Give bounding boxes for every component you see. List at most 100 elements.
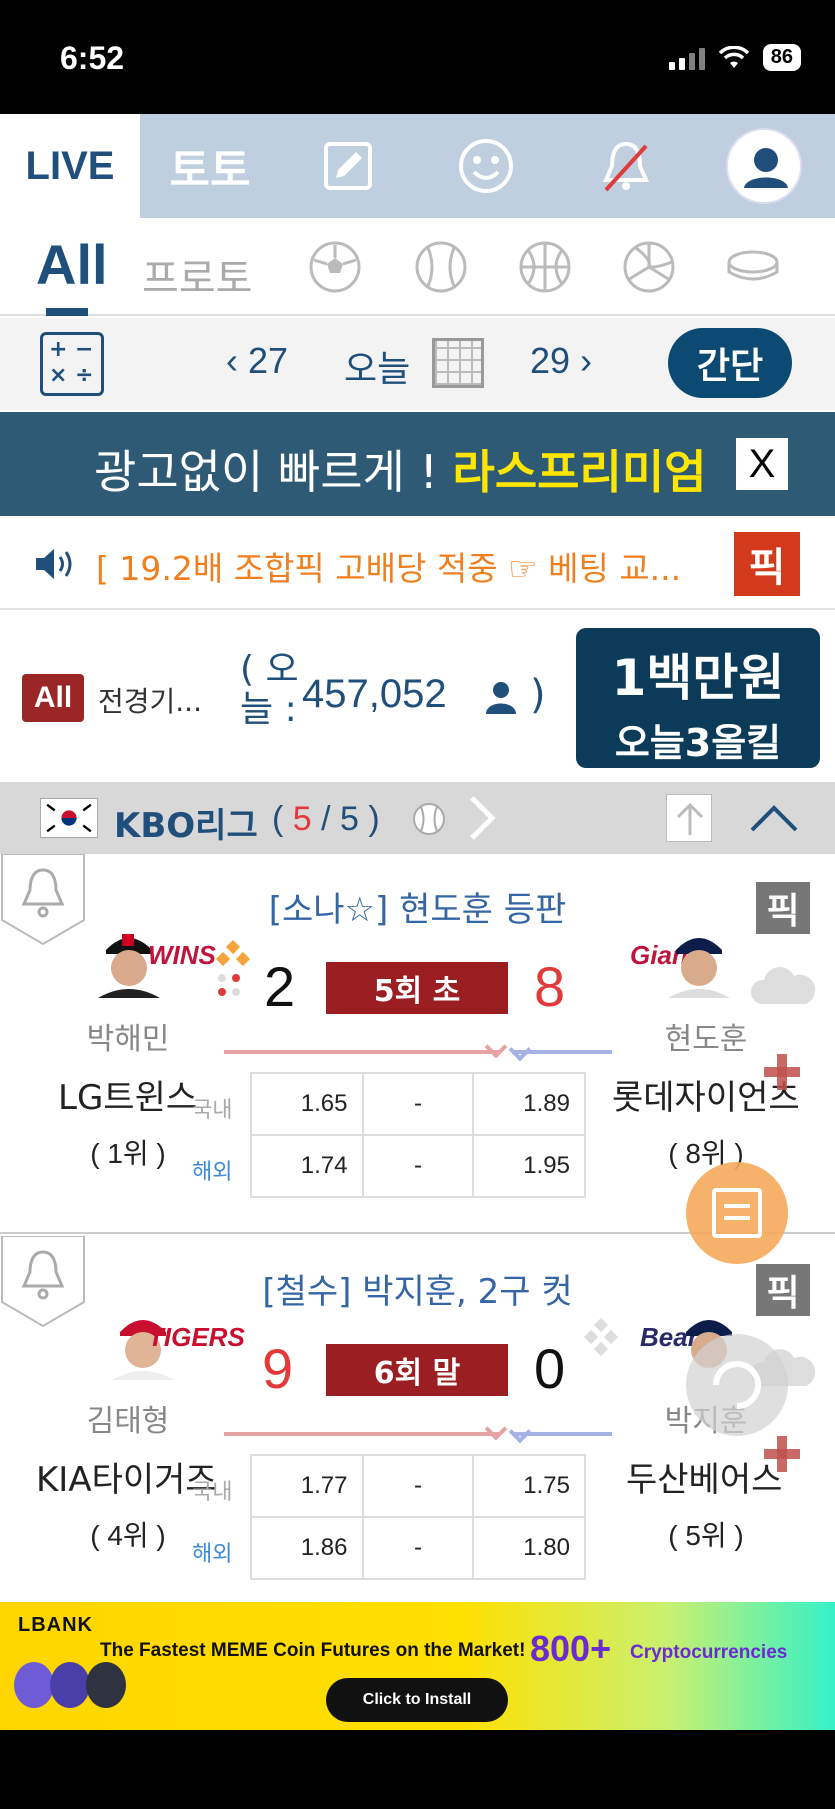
odds-row: 1.65 - 1.89 — [250, 1072, 586, 1136]
odds-home[interactable]: 1.77 — [250, 1454, 364, 1518]
home-arrow-icon — [484, 1417, 508, 1441]
home-pitcher-name: 박해민 — [86, 1022, 170, 1057]
prev-date-label: 27 — [248, 340, 289, 381]
menu-icon — [712, 1188, 762, 1238]
status-bar: 6:52 86 — [0, 0, 835, 114]
calculator-icon[interactable]: + − × ÷ — [40, 332, 104, 396]
floating-refresh-button[interactable] — [686, 1334, 788, 1436]
pin-top-button[interactable] — [666, 794, 712, 842]
plus-icon[interactable] — [762, 1052, 802, 1092]
odds-home[interactable]: 1.86 — [250, 1516, 364, 1580]
filter-label[interactable]: 전경기... — [98, 680, 202, 720]
hockey-puck-icon[interactable] — [726, 240, 780, 294]
inning-badge: 6회 말 — [326, 1344, 508, 1396]
speaker-icon — [36, 549, 72, 579]
promo-line1: 1백만원 — [611, 649, 785, 707]
away-player-photo — [668, 938, 730, 998]
odds-draw[interactable]: - — [361, 1516, 475, 1580]
plus-icon[interactable] — [762, 1434, 802, 1474]
home-team-rank: ( 4위 ) — [90, 1520, 166, 1551]
home-indicator-area — [0, 1730, 835, 1809]
wifi-icon — [718, 45, 749, 68]
momentum-icon — [215, 940, 251, 996]
inning-badge: 5회 초 — [326, 962, 508, 1014]
odds-label-domestic: 국내 — [192, 1480, 233, 1505]
next-date-button[interactable]: 29 › — [530, 340, 592, 382]
away-score: 0 — [534, 1337, 566, 1400]
tab-live[interactable]: LIVE — [0, 114, 140, 218]
ad-text: 광고없이 빠르게 ! 라스프리미엄 — [94, 436, 706, 502]
league-name[interactable]: KBO리그 — [114, 798, 258, 847]
notice-bar[interactable]: [ 19.2배 조합픽 고배당 적중 ☞ 베팅 교... 픽 — [0, 518, 835, 610]
tab-all[interactable]: All — [36, 232, 108, 297]
filter-all-badge[interactable]: All — [22, 674, 84, 722]
edit-icon[interactable] — [318, 136, 378, 196]
ethereum-icon — [86, 1662, 126, 1708]
away-team-name[interactable]: 두산베어스 — [626, 1452, 782, 1501]
baseball-icon — [413, 803, 445, 835]
lbank-number: 800+ — [530, 1628, 612, 1669]
odds-draw[interactable]: - — [361, 1454, 475, 1518]
league-game-count: ( 5 / 5 ) — [272, 800, 380, 839]
promo-banner[interactable]: 1백만원 오늘3올킬 — [576, 628, 820, 768]
avatar[interactable] — [726, 128, 802, 204]
calendar-icon[interactable] — [432, 338, 484, 388]
away-score: 8 — [534, 955, 566, 1018]
battery-indicator: 86 — [762, 44, 801, 71]
odds-draw[interactable]: - — [361, 1072, 475, 1136]
pick-badge[interactable]: 픽 — [734, 532, 800, 596]
top-nav: LIVE 토토 — [0, 114, 835, 218]
odds-away[interactable]: 1.89 — [472, 1072, 586, 1136]
today-button[interactable]: 오늘 — [344, 340, 410, 392]
home-arrow-icon — [484, 1035, 508, 1059]
notice-text[interactable]: [ 19.2배 조합픽 고배당 적중 ☞ 베팅 교... — [96, 542, 681, 590]
premium-ad-banner[interactable]: 광고없이 빠르게 ! 라스프리미엄 X — [0, 412, 835, 516]
lbank-ad[interactable]: LBANK The Fastest MEME Coin Futures on t… — [0, 1602, 835, 1730]
visitor-label: ( 오늘 : — [240, 649, 299, 730]
odds-away[interactable]: 1.80 — [472, 1516, 586, 1580]
home-team-name[interactable]: KIA타이거즈 — [36, 1452, 217, 1501]
odds-label-overseas: 해외 — [192, 1160, 233, 1185]
sport-tabs: All 프로토 — [0, 218, 835, 316]
volleyball-icon[interactable] — [622, 240, 676, 294]
home-team-logo: WINS — [148, 940, 216, 970]
odds-away[interactable]: 1.95 — [472, 1134, 586, 1198]
odds-away[interactable]: 1.75 — [472, 1454, 586, 1518]
odds-row: 1.86 - 1.80 — [250, 1516, 586, 1580]
chevron-up-icon[interactable] — [746, 794, 802, 842]
home-team-rank: ( 1위 ) — [90, 1138, 166, 1169]
bitcoin-icon — [50, 1662, 90, 1708]
away-momentum-line — [512, 1432, 612, 1436]
person-icon — [486, 682, 516, 714]
prev-date-button[interactable]: ‹ 27 — [226, 340, 288, 382]
visitor-paren-close: ) — [530, 672, 546, 718]
league-header: KBO리그 ( 5 / 5 ) — [0, 782, 835, 854]
tab-proto[interactable]: 프로토 — [142, 246, 252, 304]
baseball-icon[interactable] — [414, 240, 468, 294]
floating-menu-button[interactable] — [686, 1162, 788, 1264]
momentum-icon — [583, 1317, 619, 1357]
live-count: 5 — [292, 800, 312, 838]
home-team-name[interactable]: LG트윈스 — [58, 1070, 197, 1119]
refresh-icon — [713, 1361, 761, 1409]
home-score: 9 — [262, 1337, 294, 1400]
chevron-right-icon[interactable] — [462, 792, 502, 844]
home-score: 2 — [264, 955, 296, 1018]
smiley-icon[interactable] — [456, 136, 516, 196]
ad-close-button[interactable]: X — [736, 438, 788, 490]
basketball-icon[interactable] — [518, 240, 572, 294]
tab-toto[interactable]: 토토 — [140, 114, 280, 218]
status-time: 6:52 — [60, 40, 125, 76]
odds-home[interactable]: 1.65 — [250, 1072, 364, 1136]
install-button[interactable]: Click to Install — [326, 1678, 508, 1722]
bell-off-icon[interactable] — [596, 136, 656, 196]
simple-view-button[interactable]: 간단 — [668, 328, 792, 398]
odds-row: 1.74 - 1.95 — [250, 1134, 586, 1198]
home-momentum-line — [224, 1432, 500, 1436]
odds-draw[interactable]: - — [361, 1134, 475, 1198]
odds-home[interactable]: 1.74 — [250, 1134, 364, 1198]
lbank-crypto-label: Cryptocurrencies — [630, 1642, 788, 1663]
soccer-icon[interactable] — [308, 240, 362, 294]
stats-row: All 전경기... ( 오늘 : 457,052 ) 1백만원 오늘3올킬 — [0, 612, 835, 782]
ad-text-main: 광고없이 빠르게 ! — [94, 445, 453, 499]
